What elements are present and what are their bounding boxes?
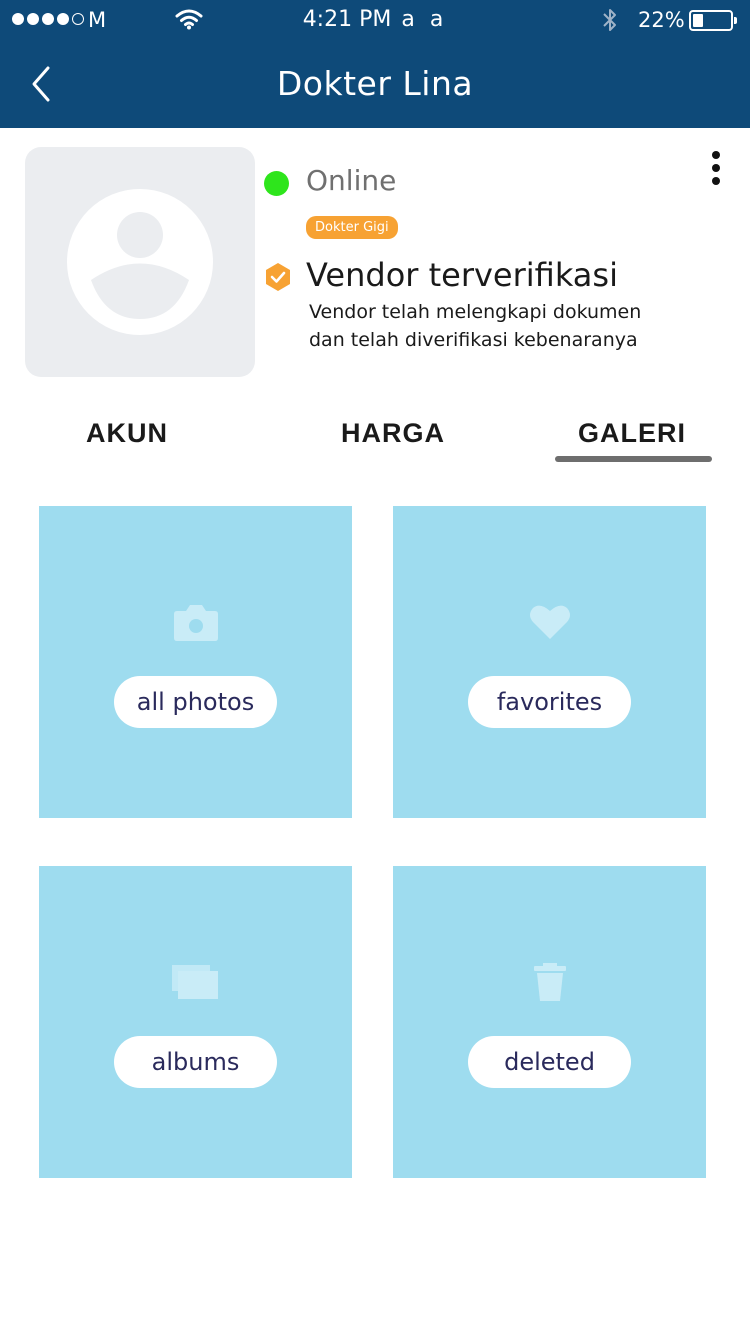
more-vertical-icon [712,151,720,159]
app-header: M 4:21 PM a a 22% Dokter Lina [0,0,750,128]
tab-galeri[interactable]: GALERI [578,418,686,449]
gallery-label: favorites [468,676,631,728]
camera-icon [174,605,218,641]
gallery-label: deleted [468,1036,631,1088]
user-placeholder-icon [67,189,213,335]
online-status-label: Online [306,164,397,197]
gallery-tile-deleted[interactable]: deleted [393,866,706,1178]
tab-akun[interactable]: AKUN [86,418,168,449]
albums-icon [172,965,218,999]
heart-icon [530,605,570,639]
avatar [25,147,255,377]
gallery-tile-albums[interactable]: albums [39,866,352,1178]
bluetooth-icon [603,9,616,31]
status-bar: M 4:21 PM a a 22% [0,0,750,42]
specialty-badge: Dokter Gigi [306,216,398,239]
battery-percent: 22% [638,8,685,32]
gallery-tile-all-photos[interactable]: all photos [39,506,352,818]
page-title: Dokter Lina [276,64,474,103]
verified-description: Vendor telah melengkapi dokumen dan tela… [309,301,642,351]
tab-harga[interactable]: HARGA [341,418,445,449]
more-options-button[interactable] [700,148,732,188]
battery-icon [689,10,737,31]
gallery-label: all photos [114,676,277,728]
online-status-dot [264,171,289,196]
gallery-tile-favorites[interactable]: favorites [393,506,706,818]
verified-title: Vendor terverifikasi [306,256,618,294]
gallery-label: albums [114,1036,277,1088]
active-tab-indicator [555,456,712,462]
verified-badge-icon [266,263,290,291]
trash-icon [534,963,566,1001]
